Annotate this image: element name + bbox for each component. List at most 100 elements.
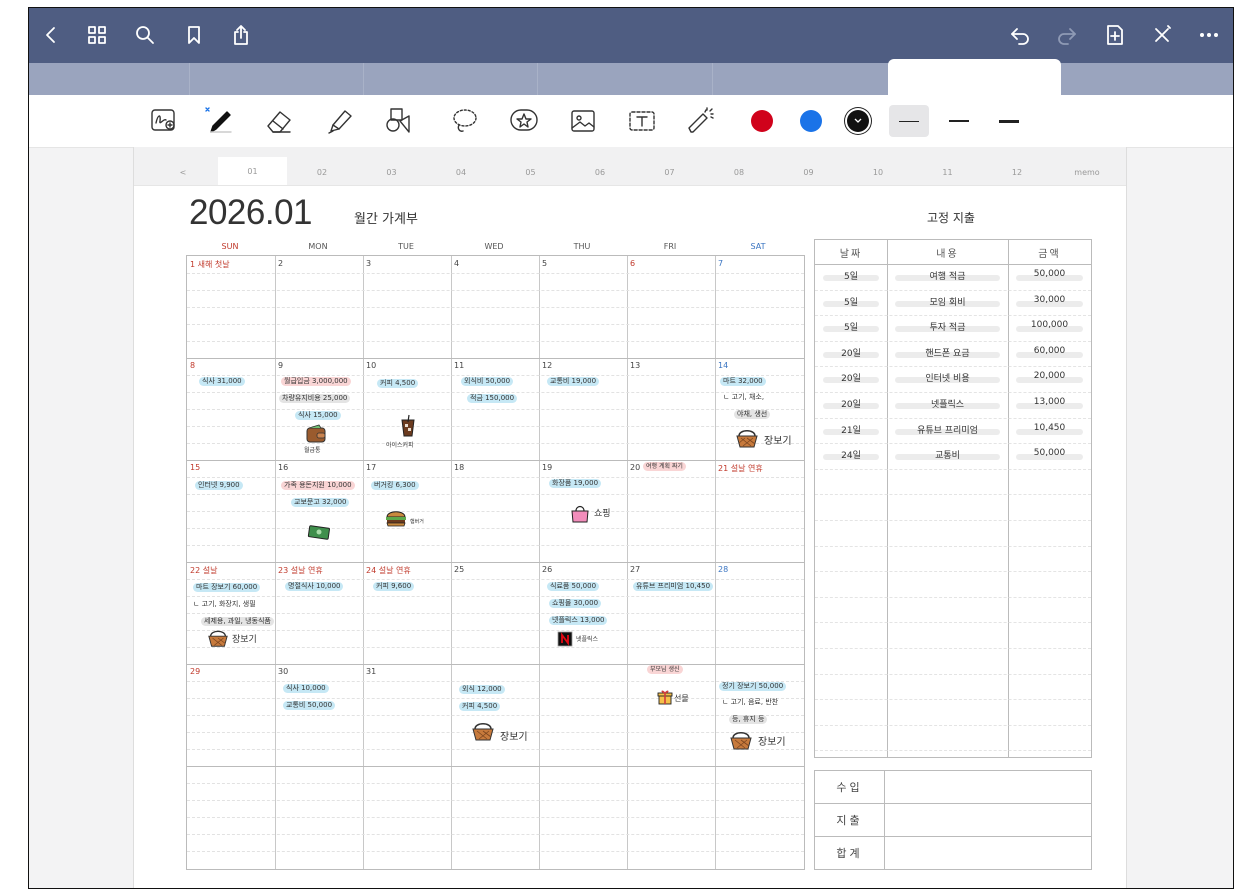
sticker-caption: 햄버거 [410,519,424,525]
fixed-row-amount: 60,000 [1033,345,1066,356]
weekday-tue: TUE [398,242,414,251]
month-tab-03[interactable]: 03 [357,157,426,187]
basket-icon [208,630,228,647]
sticker-caption: 월급통 [304,447,321,454]
month-tab-memo[interactable]: memo [1052,157,1122,187]
doc-tab[interactable] [189,63,364,95]
month-tab-07[interactable]: 07 [635,157,704,187]
summary-expense-label: 지출 [836,814,863,827]
doc-tab[interactable] [712,63,889,95]
expense-note: 식사 10,000 [283,684,329,693]
month-tab-06[interactable]: 06 [565,157,635,187]
fixed-expense-title: 고정 지출 [927,211,975,225]
month-tab-12[interactable]: 12 [982,157,1052,187]
color-red-swatch[interactable] [751,110,773,132]
fixed-row-content: 교통비 [935,451,960,462]
lasso-icon[interactable] [448,105,482,137]
summary-table[interactable]: 수입 지출 합계 [814,770,1092,870]
month-tab-10[interactable]: 10 [843,157,913,187]
shape-icon[interactable] [381,105,415,137]
pen-icon[interactable] [201,105,235,137]
expense-note: 넷플릭스 13,000 [549,616,608,625]
month-tab-02[interactable]: 02 [287,157,357,187]
line-width-thin[interactable] [889,105,929,137]
day-label: 16 [278,463,289,472]
expense-note: 쇼핑몰 30,000 [549,599,602,608]
calendar-grid[interactable]: 1 새해 첫날 2 3 4 5 6 7 8 9 10 11 12 13 14 식… [186,255,805,870]
month-tab-prev[interactable]: < [148,157,218,187]
day-label: 28 [718,565,729,574]
fixed-row-amount: 20,000 [1033,371,1066,382]
day-label: 18 [454,463,465,472]
month-tab-08[interactable]: 08 [704,157,774,187]
add-page-icon[interactable] [1101,21,1129,49]
weekday-mon: MON [308,242,328,251]
chevron-down-icon [854,118,862,123]
sticker-caption: 아이스커피 [386,442,414,449]
month-tab-05[interactable]: 05 [496,157,565,187]
basket-icon [730,732,752,750]
fixed-row-date: 20일 [841,400,861,410]
sticker-caption: 선물 [674,694,689,703]
top-nav-bar [29,8,1233,63]
chevron-left-icon[interactable] [37,21,65,49]
fixed-row-date: 5일 [843,297,858,308]
expense-note: 버거킹 6,300 [371,481,419,490]
more-icon[interactable] [1195,21,1223,49]
weekday-wed: WED [484,242,504,251]
close-pen-icon[interactable] [1148,21,1176,49]
laser-pointer-icon[interactable] [684,105,718,137]
expense-note: 유튜브 프리미엄 10,450 [633,582,714,591]
income-note: 월급입금 3,000,000 [281,377,351,386]
day-label: 11 [454,361,465,370]
shopping-bag-icon [571,505,589,523]
color-black-swatch[interactable] [847,110,869,132]
line-width-thick[interactable] [989,105,1029,137]
image-icon[interactable] [566,105,600,137]
bookmark-icon[interactable] [180,21,208,49]
page-subtitle: 월간 가계부 [354,212,418,227]
text-box-icon[interactable] [625,105,659,137]
month-tabs: < 01 02 03 04 05 06 07 08 09 10 11 12 me… [134,147,1126,186]
expense-note: 화장품 19,000 [549,479,602,488]
summary-income-label: 수입 [836,781,863,794]
month-tab-01[interactable]: 01 [218,157,287,185]
basket-icon [736,430,758,448]
day-label: 5 [542,259,548,268]
undo-icon[interactable] [1006,21,1034,49]
month-tab-04[interactable]: 04 [426,157,496,187]
share-icon[interactable] [227,21,255,49]
basket-icon [472,723,494,741]
handwriting-zoom-icon[interactable] [147,105,181,137]
grid-icon[interactable] [83,21,111,49]
search-icon[interactable] [131,21,159,49]
day-label: 9 [278,361,284,370]
day-label: 30 [278,667,289,676]
sticker-caption: 장보기 [758,737,786,748]
day-label: 17 [366,463,377,472]
color-blue-swatch[interactable] [800,110,822,132]
fixed-row-date: 20일 [841,374,861,385]
doc-tab[interactable] [537,63,713,95]
highlighter-icon[interactable] [323,105,357,137]
active-doc-tab[interactable] [888,59,1061,95]
fixed-row-content: 모임 회비 [929,297,966,308]
redo-icon[interactable] [1053,21,1081,49]
fixed-row-content: 여행 적금 [929,272,966,282]
doc-tab[interactable] [363,63,538,95]
doc-tab[interactable] [29,63,190,95]
planner-page: < 01 02 03 04 05 06 07 08 09 10 11 12 me… [133,147,1127,888]
month-tab-11[interactable]: 11 [913,157,982,187]
fixed-row-date: 24일 [841,451,861,462]
eraser-icon[interactable] [262,105,296,137]
month-tab-09[interactable]: 09 [774,157,843,187]
sticker-caption: 장보기 [500,732,528,743]
line-width-medium[interactable] [939,105,979,137]
expense-note: 식사 15,000 [295,411,341,420]
day-label: 21 설날 연휴 [718,464,763,473]
fixed-expense-table[interactable]: 날짜 내용 금액 5일 여행 적금 50,000 5일 모임 회비 30,000 5일 투자 … [814,239,1092,758]
sticker-icon[interactable] [507,105,541,137]
fixed-row-amount: 30,000 [1033,294,1066,305]
day-label: 24 설날 연휴 [366,566,411,575]
sticker-caption: 쇼핑 [594,509,611,519]
